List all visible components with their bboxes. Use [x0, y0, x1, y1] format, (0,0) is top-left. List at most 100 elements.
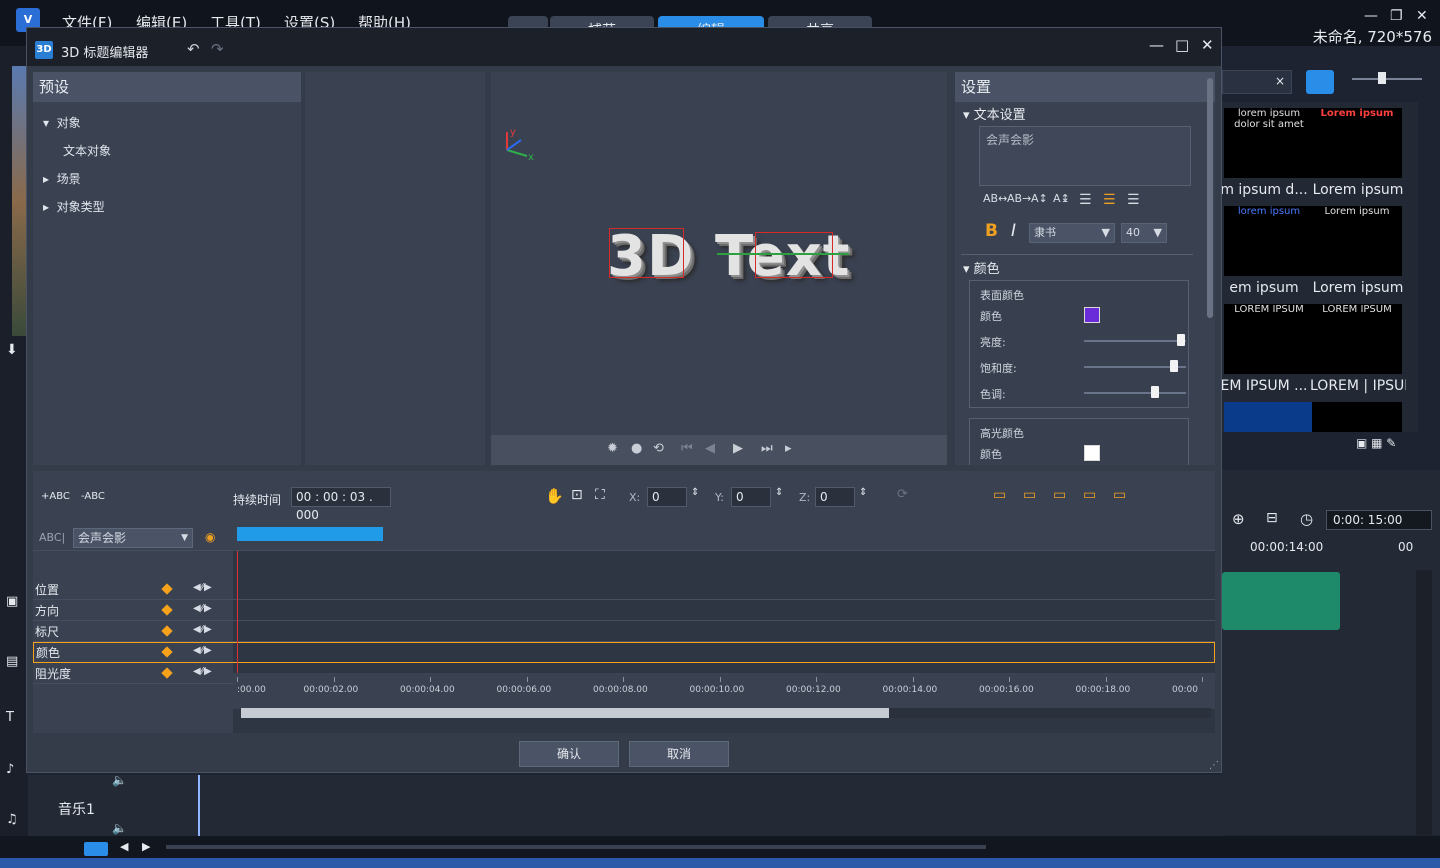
timeline-clip[interactable] — [1222, 572, 1340, 630]
hand-icon[interactable]: ✋ — [545, 487, 564, 505]
x-input[interactable]: 0 — [647, 487, 687, 507]
go-end-icon[interactable]: ▸ — [785, 441, 792, 456]
app-restore-icon[interactable]: ❐ — [1390, 8, 1403, 24]
brightness-handle[interactable] — [1176, 334, 1185, 346]
keyframe-diamond-icon[interactable] — [161, 667, 173, 679]
speaker-icon[interactable]: 🔈 — [112, 773, 127, 787]
library-thumb[interactable]: Lorem ipsum — [1312, 108, 1402, 178]
keyframe-row-selected[interactable]: 颜色 ◀⁄⁄▶ — [33, 642, 1215, 663]
keyframe-diamond-icon[interactable] — [161, 646, 173, 658]
clock-icon[interactable]: ◷ — [1300, 510, 1313, 528]
timeline-hscroll[interactable] — [166, 845, 986, 849]
font-size-select[interactable]: 40 ▼ — [1121, 223, 1167, 243]
tree-item-text-object[interactable]: 文本对象 — [63, 142, 111, 159]
line-spacing-icon[interactable]: A↕ — [1031, 192, 1048, 205]
tree-item-scene[interactable]: ▸ 场景 — [43, 170, 81, 187]
fit-icon[interactable]: ⊟ — [1266, 510, 1278, 526]
library-thumb[interactable]: lorem ipsum dolor sit amet — [1224, 108, 1314, 178]
font-select[interactable]: 隶书 ▼ — [1029, 223, 1115, 243]
app-minimize-icon[interactable]: — — [1364, 8, 1378, 24]
scroll-left-icon[interactable]: ◀ — [120, 840, 128, 853]
camera-view-icon[interactable]: ▭ — [993, 487, 1006, 503]
play-icon[interactable]: ▶ — [733, 441, 743, 456]
move-tool-icon[interactable]: ⊡ — [571, 487, 583, 503]
spin-icon[interactable]: ⇕ — [859, 487, 867, 498]
hue-handle[interactable] — [1151, 386, 1160, 398]
text-input[interactable]: 会声会影 — [979, 126, 1191, 186]
remove-text-button[interactable]: -ABC — [81, 491, 105, 502]
keyframe-nav-icons[interactable]: ◀⁄⁄▶ — [193, 603, 212, 614]
library-thumb[interactable]: Lorem ipsum — [1312, 206, 1402, 276]
library-search-input[interactable]: × — [1222, 70, 1292, 94]
add-text-button[interactable]: +ABC — [41, 491, 70, 502]
top-view-icon[interactable]: ▭ — [1083, 487, 1096, 503]
keyframe-nav-icons[interactable]: ◀⁄⁄▶ — [193, 624, 212, 635]
thumb-size-slider[interactable] — [1352, 78, 1422, 80]
search-clear-icon[interactable]: × — [1275, 74, 1285, 88]
timecode-display[interactable]: 0:00: 15:00 — [1326, 510, 1432, 530]
dialog-maximize-icon[interactable]: □ — [1175, 36, 1189, 54]
prev-frame-icon[interactable]: ◀ — [705, 441, 715, 456]
duration-field[interactable]: 00 : 00 : 03 . 000 — [291, 487, 391, 522]
color-section[interactable]: ▾ 颜色 — [963, 258, 1000, 277]
text-settings-section[interactable]: ▾ 文本设置 — [963, 104, 1026, 123]
keyframe-nav-icons[interactable]: ◀⁄⁄▶ — [193, 645, 212, 656]
library-view-icons[interactable]: ▣ ▦ ✎ — [1356, 436, 1436, 452]
keyframe-diamond-icon[interactable] — [161, 625, 173, 637]
align-left-icon[interactable]: ☰ — [1079, 192, 1092, 208]
library-thumb[interactable] — [1224, 402, 1314, 432]
time-ruler[interactable]: :00.00 00:00:02.00 00:00:04.00 00:00:06.00 0… — [233, 673, 1215, 709]
scroll-thumb[interactable] — [241, 708, 889, 718]
go-start-icon[interactable]: ⏮ — [681, 441, 693, 456]
next-frame-icon[interactable]: ⏭ — [761, 441, 773, 456]
library-thumb[interactable]: LOREM IPSUM — [1224, 304, 1314, 374]
side-view-icon[interactable]: ▭ — [1053, 487, 1066, 503]
redo-icon[interactable]: ↷ — [211, 40, 224, 58]
brightness-slider[interactable] — [1084, 340, 1186, 342]
char-condense-icon[interactable]: AB→ — [1007, 192, 1031, 205]
z-input[interactable]: 0 — [815, 487, 855, 507]
front-view-icon[interactable]: ▭ — [1023, 487, 1036, 503]
char-spacing-icon[interactable]: AB↔ — [983, 192, 1007, 205]
italic-button[interactable]: I — [1011, 221, 1016, 241]
spin-icon[interactable]: ⇕ — [691, 487, 699, 498]
keyframe-nav-icons[interactable]: ◀⁄⁄▶ — [193, 582, 212, 593]
loop-icon[interactable]: ⟲ — [653, 441, 664, 456]
ok-button[interactable]: 确认 — [519, 741, 619, 767]
dialog-close-icon[interactable]: ✕ — [1201, 36, 1214, 54]
tree-item-object-type[interactable]: ▸ 对象类型 — [43, 198, 105, 215]
marker-icon[interactable]: ⬇ — [6, 342, 18, 358]
library-thumb[interactable]: lorem ipsum — [1224, 206, 1314, 276]
y-input[interactable]: 0 — [731, 487, 771, 507]
bold-button[interactable]: B — [985, 221, 998, 241]
saturation-handle[interactable] — [1169, 360, 1178, 372]
add-track-button[interactable] — [84, 842, 108, 856]
keyframe-row[interactable]: 标尺 ◀⁄⁄▶ — [33, 621, 1215, 642]
hand-pan-icon[interactable]: ● — [631, 441, 642, 456]
keyframe-row[interactable]: 位置 ◀⁄⁄▶ — [33, 579, 1215, 600]
speaker-icon[interactable]: 🔈 — [112, 821, 127, 835]
highlight-color-swatch[interactable] — [1084, 445, 1100, 461]
light-icon[interactable]: ✹ — [607, 441, 618, 456]
hue-slider[interactable] — [1084, 392, 1186, 394]
keyframe-diamond-icon[interactable] — [161, 604, 173, 616]
object-select[interactable]: 会声会影 ▼ — [73, 528, 193, 548]
app-close-icon[interactable]: ✕ — [1416, 8, 1428, 24]
library-view-button[interactable] — [1306, 70, 1334, 94]
surface-color-swatch[interactable] — [1084, 307, 1100, 323]
timeline-vscrollbar[interactable] — [1416, 570, 1432, 835]
tree-item-objects[interactable]: ▾ 对象 — [43, 114, 81, 131]
library-thumb[interactable]: LOREM IPSUM — [1312, 304, 1402, 374]
cancel-button[interactable]: 取消 — [629, 741, 729, 767]
zoom-in-icon[interactable]: ⊕ — [1232, 510, 1245, 528]
align-right-icon[interactable]: ☰ — [1127, 192, 1140, 208]
keyframe-row[interactable]: 方向 ◀⁄⁄▶ — [33, 600, 1215, 621]
keyframe-diamond-icon[interactable] — [161, 583, 173, 595]
fit-tool-icon[interactable]: ⛶ — [595, 487, 605, 503]
keyframe-nav-icons[interactable]: ◀⁄⁄▶ — [193, 666, 212, 677]
duration-bar[interactable] — [237, 527, 383, 541]
eye-icon[interactable]: ◉ — [205, 530, 215, 544]
keyframe-hscroll[interactable] — [241, 708, 1211, 718]
thumb-size-handle[interactable] — [1378, 72, 1386, 84]
reset-icon[interactable]: ⟳ — [897, 487, 908, 502]
